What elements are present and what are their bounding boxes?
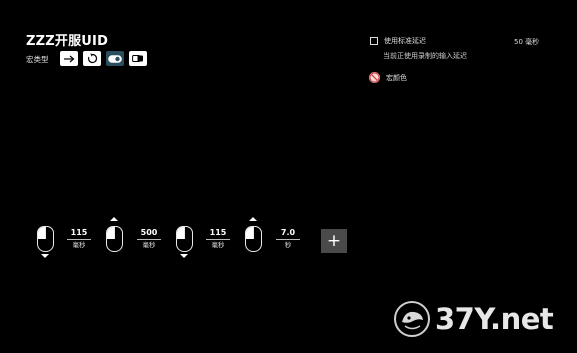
macro-type-once-button[interactable] xyxy=(60,51,78,66)
macro-color-option[interactable]: 宏颜色 xyxy=(369,72,407,83)
arrow-up-icon xyxy=(110,217,118,221)
add-step-button[interactable]: + xyxy=(321,229,347,253)
delay-unit: 秒 xyxy=(284,241,292,249)
delay-value: 115 xyxy=(209,228,227,237)
delay-value: 7.0 xyxy=(280,228,296,237)
macro-type-repeat-button[interactable] xyxy=(83,51,101,66)
no-color-icon[interactable] xyxy=(369,72,380,83)
watermark: 37Y.net xyxy=(393,300,554,338)
macro-type-label: 宏类型 xyxy=(26,55,49,64)
delay-step[interactable]: 115 毫秒 xyxy=(67,228,91,249)
watermark-logo-icon xyxy=(394,301,430,337)
mouse-left-down-step[interactable] xyxy=(176,226,193,252)
use-standard-delay-checkbox[interactable] xyxy=(370,37,378,45)
arrow-right-icon xyxy=(64,55,75,62)
use-standard-delay-option[interactable]: 使用标准延迟 xyxy=(370,36,426,46)
arrow-down-icon xyxy=(41,254,49,258)
mouse-left-up-step[interactable] xyxy=(106,226,123,252)
macro-type-hold-button[interactable] xyxy=(129,51,147,66)
macro-title[interactable]: ZZZ开服UID xyxy=(26,30,108,49)
delay-unit: 毫秒 xyxy=(142,241,156,249)
arrow-up-icon xyxy=(249,217,257,221)
hold-icon xyxy=(132,55,143,62)
macro-type-selector xyxy=(60,51,147,66)
delay-value: 500 xyxy=(140,228,158,237)
macro-color-label: 宏颜色 xyxy=(386,73,407,82)
watermark-text: 37Y.net xyxy=(435,302,554,336)
macro-type-toggle-button[interactable] xyxy=(106,51,124,66)
delay-step[interactable]: 7.0 秒 xyxy=(276,228,300,249)
arrow-down-icon xyxy=(180,254,188,258)
loop-icon xyxy=(87,53,97,64)
mouse-left-down-step[interactable] xyxy=(37,226,54,252)
delay-step[interactable]: 500 毫秒 xyxy=(137,228,161,249)
macro-sequence: 115 毫秒 500 毫秒 115 毫秒 7.0 秒 xyxy=(33,214,353,264)
delay-step[interactable]: 115 毫秒 xyxy=(206,228,230,249)
use-standard-delay-label: 使用标准延迟 xyxy=(384,37,426,45)
recorded-delay-note: 当前正使用录制的输入延迟 xyxy=(383,52,467,60)
macro-editor: ZZZ开服UID 宏类型 使用标准延迟 50 毫秒 当前正使用录制的输入延迟 宏… xyxy=(0,0,577,353)
standard-delay-value[interactable]: 50 毫秒 xyxy=(514,37,539,47)
delay-unit: 毫秒 xyxy=(72,241,86,249)
delay-value: 115 xyxy=(70,228,88,237)
delay-unit: 毫秒 xyxy=(211,241,225,249)
mouse-left-up-step[interactable] xyxy=(245,226,262,252)
toggle-icon xyxy=(108,54,122,63)
